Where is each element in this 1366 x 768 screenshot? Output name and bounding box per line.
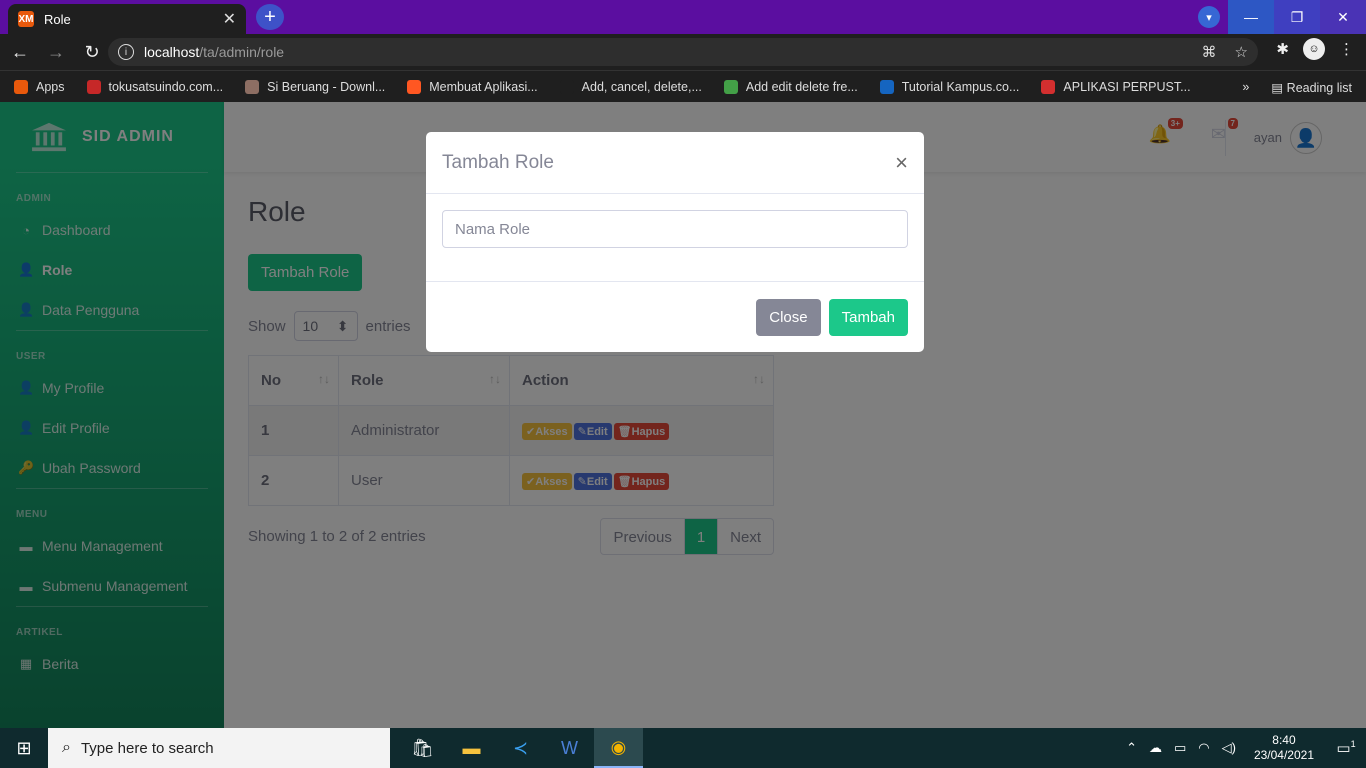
restore-icon[interactable]: ❐ [1274,0,1320,34]
bookmark-label: Tutorial Kampus.co... [901,79,1020,94]
reading-list-icon: ▤ [1271,80,1287,95]
forward-icon[interactable]: → [40,36,72,68]
search-icon: ⌕ [62,739,71,756]
chrome-menu-icon[interactable]: ⋮ [1339,40,1354,58]
tab-close-icon[interactable]: ✕ [223,9,236,29]
wifi-icon[interactable]: ◠ [1198,740,1209,756]
clock-time: 8:40 [1272,733,1296,747]
tambah-button[interactable]: Tambah [828,298,908,336]
bookmark-favicon-icon [407,79,422,94]
close-button[interactable]: Close [756,298,821,336]
site-info-icon[interactable]: i [118,44,134,60]
windows-taskbar: ⊞ ⌕ Type here to search 🛍 ▬ ≺ W ◉ ⌃ ☁ ▭ … [0,728,1366,768]
taskbar-apps: 🛍 ▬ ≺ W ◉ [398,728,643,768]
bookmark-item[interactable]: Add edit delete fre... [723,79,858,94]
browser-toolbar: ← → ↻ i localhost/ta/admin/role ⌘ ☆ ✱ ☺ … [0,34,1366,70]
bookmark-item[interactable]: tokusatsuindo.com... [86,79,224,94]
bookmark-item[interactable]: APLIKASI PERPUST... [1041,79,1191,94]
close-window-icon[interactable]: ✕ [1320,0,1366,34]
taskbar-search-placeholder: Type here to search [80,739,214,757]
modal-body [426,194,924,282]
bookmark-favicon-icon [559,79,574,94]
reload-icon[interactable]: ↻ [76,36,108,68]
apps-grid-icon [14,79,28,94]
browser-tabstrip: XM Role ✕ + ▾ — ❐ ✕ [0,0,1366,34]
window-controls: — ❐ ✕ [1228,0,1366,34]
taskbar-search[interactable]: ⌕ Type here to search [48,728,390,768]
clock-date: 23/04/2021 [1253,748,1314,762]
role-name-input[interactable] [442,210,908,248]
translate-icon[interactable]: ⌘ [1202,43,1217,61]
bookmark-favicon-icon [245,79,260,94]
bookmark-item[interactable]: Si Beruang - Downl... [245,79,386,94]
bookmark-label: Add edit delete fre... [745,79,858,94]
add-role-modal: Tambah Role × Close Tambah [426,132,924,352]
bookmark-label: Add, cancel, delete,... [581,79,702,94]
bookmark-item[interactable]: Tutorial Kampus.co... [879,79,1020,94]
bookmark-label: APLIKASI PERPUST... [1063,79,1191,94]
vscode-icon[interactable]: ≺ [496,728,545,768]
bookmark-item[interactable]: Membuat Aplikasi... [407,79,538,94]
reading-list[interactable]: ▤ Reading list [1271,80,1352,95]
modal-title: Tambah Role [442,151,554,173]
address-bar[interactable]: i localhost/ta/admin/role ⌘ ☆ [108,38,1258,66]
notifications-icon[interactable]: ▭ 1 [1326,739,1366,757]
xampp-favicon-icon: XM [18,11,34,27]
url-host: localhost [144,44,200,60]
file-explorer-icon[interactable]: ▬ [447,728,496,768]
new-tab-button[interactable]: + [256,4,284,30]
close-icon[interactable]: × [895,151,908,174]
microsoft-store-icon[interactable]: 🛍 [398,728,447,768]
notifications-count: 1 [1350,739,1356,749]
bookmark-favicon-icon [723,79,738,94]
chrome-icon[interactable]: ◉ [594,728,643,768]
tab-title: Role [44,11,71,27]
bookmarks-more-icon[interactable]: » [1242,80,1249,94]
browser-tab[interactable]: XM Role ✕ [8,4,246,34]
modal-footer: Close Tambah [426,282,924,352]
bookmark-label: Membuat Aplikasi... [429,79,538,94]
windows-start-icon[interactable]: ⊞ [0,728,48,768]
bookmark-item[interactable]: Apps [14,79,65,94]
extensions-icon[interactable]: ✱ [1276,40,1289,58]
bookmark-label: tokusatsuindo.com... [108,79,224,94]
bookmark-favicon-icon [879,79,894,94]
battery-icon[interactable]: ▭ [1174,740,1186,756]
show-hidden-icons-icon[interactable]: ⌃ [1126,740,1137,756]
back-icon[interactable]: ← [4,36,36,68]
taskbar-clock[interactable]: 8:40 23/04/2021 [1254,733,1314,763]
volume-icon[interactable]: ◁) [1222,740,1236,756]
modal-header: Tambah Role × [426,132,924,194]
system-tray: ⌃ ☁ ▭ ◠ ◁) 8:40 23/04/2021 ▭ 1 [1120,728,1366,768]
bookmarks-bar: Apps tokusatsuindo.com... Si Beruang - Dow… [0,70,1366,102]
bookmark-label: Si Beruang - Downl... [267,79,386,94]
bookmark-star-icon[interactable]: ☆ [1235,43,1248,61]
bookmark-label: Apps [36,79,65,94]
profile-avatar-icon[interactable]: ☺ [1303,38,1325,60]
reading-list-label: Reading list [1286,80,1352,95]
bookmark-favicon-icon [86,79,101,94]
word-icon[interactable]: W [545,728,594,768]
url-path: /ta/admin/role [199,44,285,60]
bookmark-item[interactable]: Add, cancel, delete,... [559,79,702,94]
bookmark-favicon-icon [1041,79,1056,94]
minimize-icon[interactable]: — [1228,0,1274,34]
tab-search-icon[interactable]: ▾ [1198,6,1220,28]
onedrive-cloud-icon[interactable]: ☁ [1149,740,1162,756]
